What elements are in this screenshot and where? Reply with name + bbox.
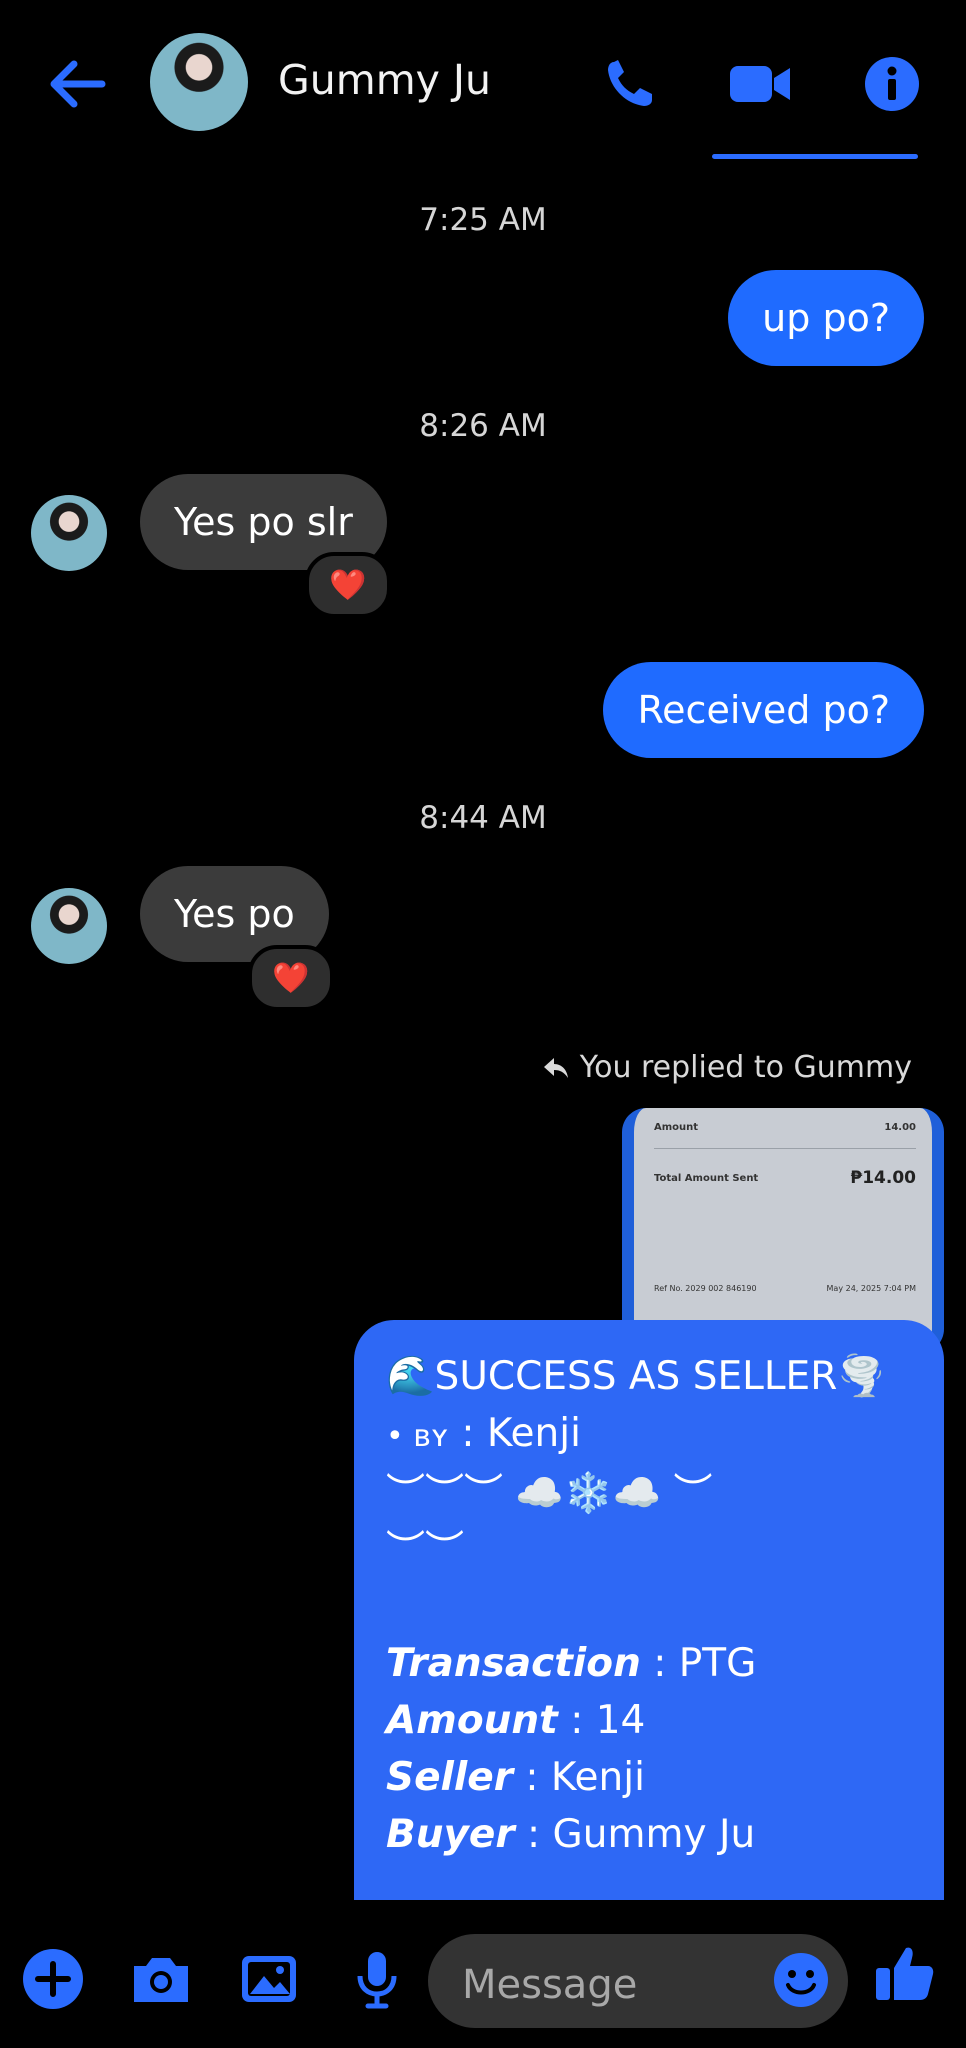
back-arrow-icon[interactable]	[44, 54, 114, 114]
sent-message[interactable]: Received po?	[603, 662, 924, 758]
detail-label: Seller	[386, 1755, 513, 1800]
phone-icon[interactable]	[600, 54, 664, 114]
gallery-icon[interactable]	[236, 1946, 302, 2012]
detail-label: Buyer	[386, 1812, 515, 1857]
receipt-amount-label: Amount	[654, 1122, 699, 1133]
by-prefix: • ʙʏ	[386, 1419, 449, 1454]
emoji-icon[interactable]	[768, 1947, 834, 2013]
decoration-line: ︶︶︶ ☁️❄️☁️ ︶	[386, 1471, 713, 1516]
info-icon[interactable]	[860, 54, 924, 114]
success-title: 🌊SUCCESS AS SELLER🌪️	[386, 1354, 886, 1399]
detail-label: Amount	[386, 1698, 558, 1743]
contact-avatar-small[interactable]	[31, 495, 107, 571]
detail-label: Transaction	[386, 1641, 641, 1686]
receipt-total-value: ₱14.00	[850, 1168, 916, 1188]
heart-icon: ❤️	[272, 960, 310, 996]
reply-icon	[543, 1057, 568, 1078]
receipt-total-label: Total Amount Sent	[654, 1172, 759, 1184]
detail-line: Seller : Kenji	[386, 1749, 912, 1806]
timestamp: 7:25 AM	[419, 202, 547, 238]
heart-reaction[interactable]: ❤️	[248, 945, 334, 1011]
sent-message[interactable]: up po?	[728, 270, 924, 366]
receipt-amount-value: 14.00	[884, 1122, 916, 1133]
detail-line: Transaction : PTG	[386, 1635, 912, 1692]
reply-indicator: You replied to Gummy	[542, 1050, 912, 1085]
detail-value: : Gummy Ju	[514, 1812, 756, 1857]
success-by-line: • ʙʏ : Kenji	[386, 1405, 912, 1465]
video-icon[interactable]	[728, 54, 792, 114]
by-value: : Kenji	[461, 1411, 581, 1456]
receipt-date: May 24, 2025 7:04 PM	[826, 1284, 916, 1293]
detail-value: : PTG	[640, 1641, 757, 1686]
contact-avatar[interactable]	[150, 33, 248, 131]
plus-icon[interactable]	[20, 1946, 86, 2012]
detail-value: : 14	[557, 1698, 646, 1743]
timestamp: 8:26 AM	[419, 408, 547, 444]
mic-icon[interactable]	[344, 1946, 410, 2012]
contact-avatar-small[interactable]	[31, 888, 107, 964]
decoration-line: ︶︶	[386, 1528, 465, 1573]
replied-receipt-image[interactable]: Amount 14.00 Total Amount Sent ₱14.00 Re…	[622, 1108, 944, 1353]
detail-line: Amount : 14	[386, 1692, 912, 1749]
message-placeholder: Message	[462, 1962, 638, 2008]
camera-icon[interactable]	[128, 1946, 194, 2012]
receipt-ref: Ref No. 2029 002 846190	[654, 1284, 757, 1293]
sent-message-success-card[interactable]: 🌊SUCCESS AS SELLER🌪️ • ʙʏ : Kenji ︶︶︶ ☁️…	[354, 1320, 944, 1900]
detail-value: : Kenji	[512, 1755, 645, 1800]
contact-name[interactable]: Gummy Ju	[278, 56, 491, 104]
heart-icon: ❤️	[329, 567, 367, 603]
thumbs-up-icon[interactable]	[872, 1940, 938, 2006]
header-active-indicator	[712, 154, 918, 159]
detail-line: Buyer : Gummy Ju	[386, 1806, 912, 1863]
timestamp: 8:44 AM	[419, 800, 547, 836]
reply-indicator-text: You replied to Gummy	[579, 1050, 912, 1085]
heart-reaction[interactable]: ❤️	[305, 552, 391, 618]
